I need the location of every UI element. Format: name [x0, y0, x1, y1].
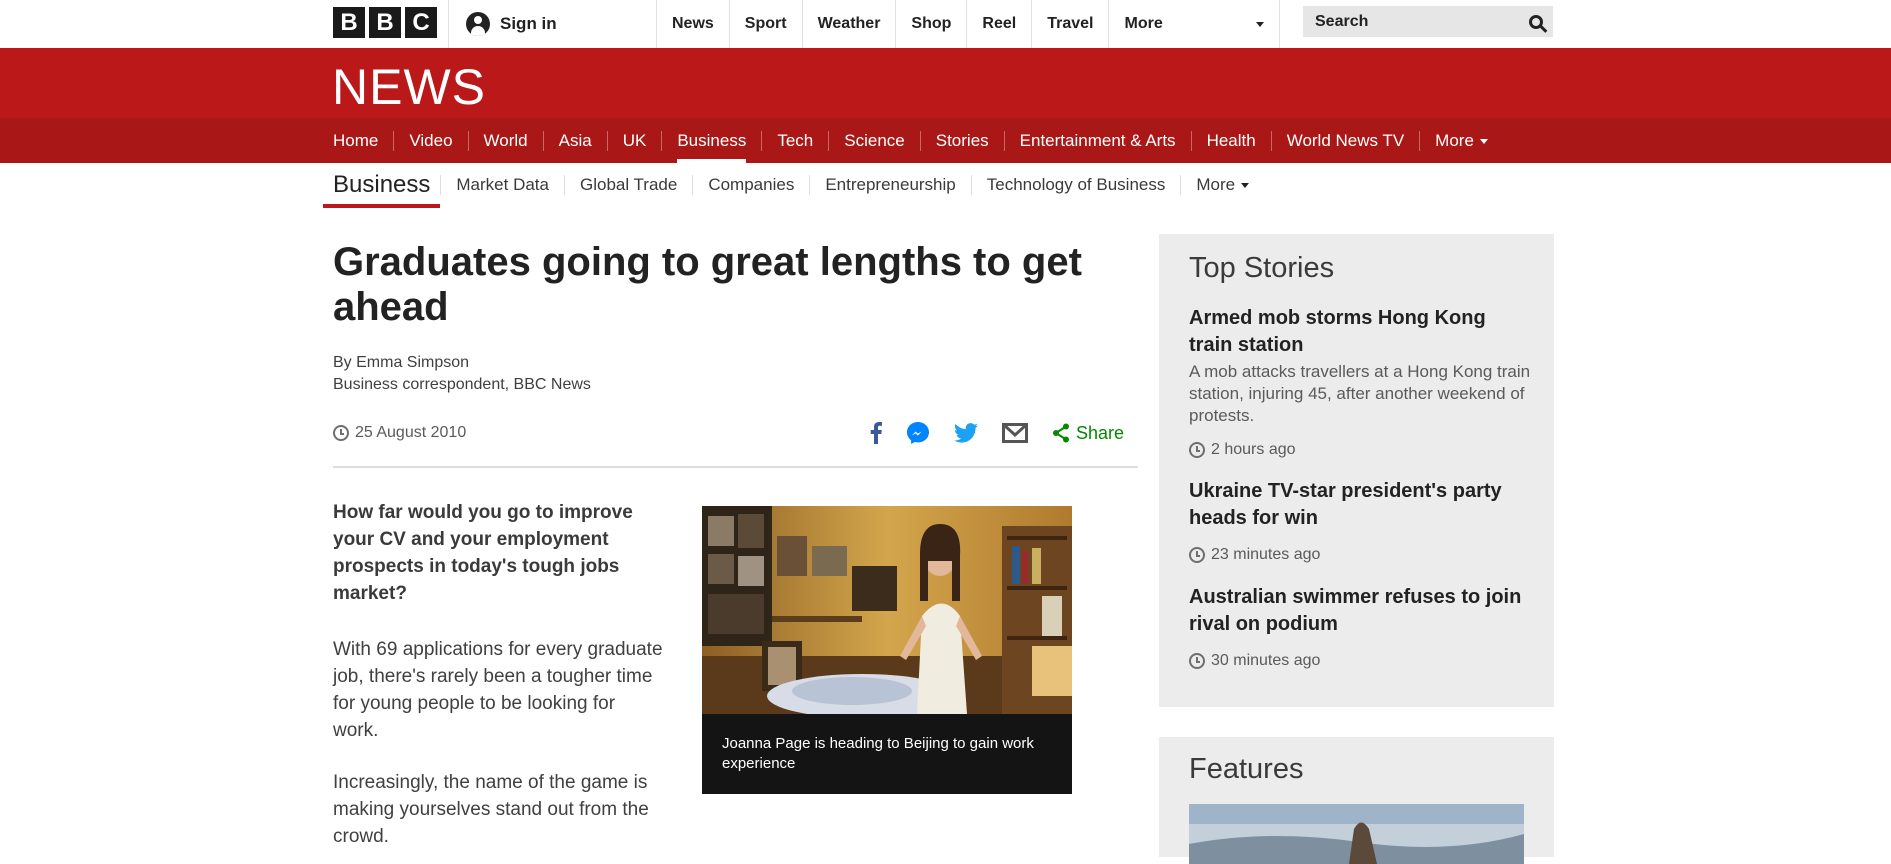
top-nav-news[interactable]: News	[656, 0, 729, 48]
business-sub-nav: Business Market Data Global Trade Compan…	[323, 163, 1264, 208]
top-story-time-text: 23 minutes ago	[1211, 546, 1321, 563]
nav-more-label: More	[1435, 130, 1474, 150]
bbc-logo[interactable]: B B C	[333, 7, 437, 38]
nav-business[interactable]: Business	[661, 130, 761, 163]
features-panel: Features	[1159, 737, 1554, 864]
nav-home[interactable]: Home	[333, 131, 393, 151]
article-date-text: 25 August 2010	[355, 424, 467, 441]
user-icon	[466, 12, 490, 36]
news-logo[interactable]: NEWS	[332, 58, 486, 116]
search-box[interactable]	[1303, 6, 1553, 37]
top-nav-reel[interactable]: Reel	[966, 0, 1031, 48]
top-nav-sport[interactable]: Sport	[728, 0, 802, 48]
clock-icon	[1189, 442, 1205, 458]
twitter-icon[interactable]	[953, 423, 978, 443]
bbc-top-bar: B B C Sign in News Sport Weather Shop Re…	[0, 0, 1891, 49]
nav-world[interactable]: World	[467, 130, 543, 151]
subnav-global-trade[interactable]: Global Trade	[563, 175, 692, 195]
subnav-more[interactable]: More	[1180, 175, 1264, 195]
feature-image[interactable]	[1189, 804, 1524, 864]
top-story-title[interactable]: Ukraine TV-star president's party heads …	[1189, 478, 1534, 532]
search-input[interactable]	[1313, 11, 1507, 32]
top-nav-shop[interactable]: Shop	[895, 0, 966, 48]
top-story-time-text: 30 minutes ago	[1211, 652, 1321, 669]
article-paragraph: Increasingly, the name of the game is ma…	[333, 772, 649, 847]
top-stories-title: Top Stories	[1189, 252, 1335, 284]
main-nav: Home Video World Asia UK Business Tech S…	[333, 118, 1503, 163]
sign-in-link[interactable]: Sign in	[466, 0, 557, 48]
article-photo[interactable]	[702, 506, 1072, 714]
nav-health[interactable]: Health	[1190, 130, 1271, 151]
divider	[448, 0, 449, 48]
subnav-more-label: More	[1196, 175, 1236, 194]
share-button[interactable]: Share	[1052, 423, 1124, 444]
top-stories-panel: Top Stories Armed mob storms Hong Kong t…	[1159, 234, 1554, 707]
top-nav: News Sport Weather Shop Reel Travel More	[656, 0, 1281, 48]
top-nav-travel[interactable]: Travel	[1031, 0, 1108, 48]
share-label: Share	[1075, 422, 1124, 443]
article-paragraph: With 69 applications for every graduate …	[333, 639, 663, 741]
clock-icon	[1189, 653, 1205, 669]
subnav-entrepreneurship[interactable]: Entrepreneurship	[809, 175, 970, 195]
nav-asia[interactable]: Asia	[542, 130, 607, 151]
features-title: Features	[1189, 753, 1304, 785]
byline: By Emma Simpson Business correspondent, …	[333, 352, 591, 396]
author-role: Business correspondent, BBC News	[333, 376, 591, 393]
top-story-summary: A mob attacks travellers at a Hong Kong …	[1189, 362, 1531, 425]
article-figure: Joanna Page is heading to Beijing to gai…	[702, 506, 1072, 794]
bbc-logo-letter: B	[369, 7, 401, 38]
bbc-logo-letter: B	[333, 7, 365, 38]
nav-uk[interactable]: UK	[606, 130, 662, 151]
nav-entertainment-arts[interactable]: Entertainment & Arts	[1003, 130, 1191, 151]
top-nav-weather[interactable]: Weather	[801, 0, 896, 48]
messenger-icon[interactable]	[906, 421, 930, 445]
top-nav-more[interactable]: More	[1108, 0, 1281, 48]
author-name: By Emma Simpson	[333, 354, 470, 371]
subnav-companies[interactable]: Companies	[692, 175, 809, 195]
chevron-down-icon	[1241, 183, 1250, 189]
nav-stories[interactable]: Stories	[919, 130, 1004, 151]
sign-in-label: Sign in	[500, 14, 557, 33]
chevron-down-icon	[1256, 21, 1265, 27]
top-story-item[interactable]: Armed mob storms Hong Kong train station…	[1189, 305, 1534, 459]
nav-video[interactable]: Video	[393, 130, 467, 151]
facebook-icon[interactable]	[870, 422, 882, 444]
subnav-section-title[interactable]: Business	[323, 163, 441, 208]
article-meta-bar: 25 August 2010 Share	[333, 418, 1138, 468]
article-headline: Graduates going to great lengths to get …	[333, 240, 1082, 329]
share-icon	[1052, 423, 1069, 443]
email-icon[interactable]	[1001, 423, 1028, 443]
top-story-time: 2 hours ago	[1189, 441, 1534, 459]
top-story-time-text: 2 hours ago	[1211, 441, 1296, 458]
clock-icon	[1189, 547, 1205, 563]
clock-icon	[333, 425, 349, 441]
share-tools: Share	[870, 418, 1124, 448]
image-caption: Joanna Page is heading to Beijing to gai…	[722, 735, 1034, 772]
news-masthead: NEWS	[0, 48, 1891, 118]
nav-science[interactable]: Science	[828, 130, 919, 151]
top-story-time: 30 minutes ago	[1189, 652, 1534, 670]
top-nav-more-label: More	[1124, 15, 1163, 32]
nav-more[interactable]: More	[1419, 130, 1503, 151]
top-story-item[interactable]: Ukraine TV-star president's party heads …	[1189, 478, 1534, 564]
subnav-market-data[interactable]: Market Data	[440, 175, 564, 195]
article-intro: How far would you go to improve your CV …	[333, 502, 633, 604]
chevron-down-icon	[1479, 138, 1488, 144]
nav-tech[interactable]: Tech	[761, 130, 828, 151]
top-story-time: 23 minutes ago	[1189, 546, 1534, 564]
top-story-title[interactable]: Australian swimmer refuses to join rival…	[1189, 584, 1534, 638]
nav-world-news-tv[interactable]: World News TV	[1270, 130, 1419, 151]
subnav-technology-of-business[interactable]: Technology of Business	[970, 175, 1181, 195]
top-story-item[interactable]: Australian swimmer refuses to join rival…	[1189, 584, 1534, 670]
bbc-logo-letter: C	[405, 7, 437, 38]
article-date: 25 August 2010	[333, 424, 466, 442]
main-nav-bar: Home Video World Asia UK Business Tech S…	[0, 118, 1891, 163]
top-story-title[interactable]: Armed mob storms Hong Kong train station	[1189, 305, 1534, 359]
search-icon[interactable]	[1529, 14, 1543, 29]
